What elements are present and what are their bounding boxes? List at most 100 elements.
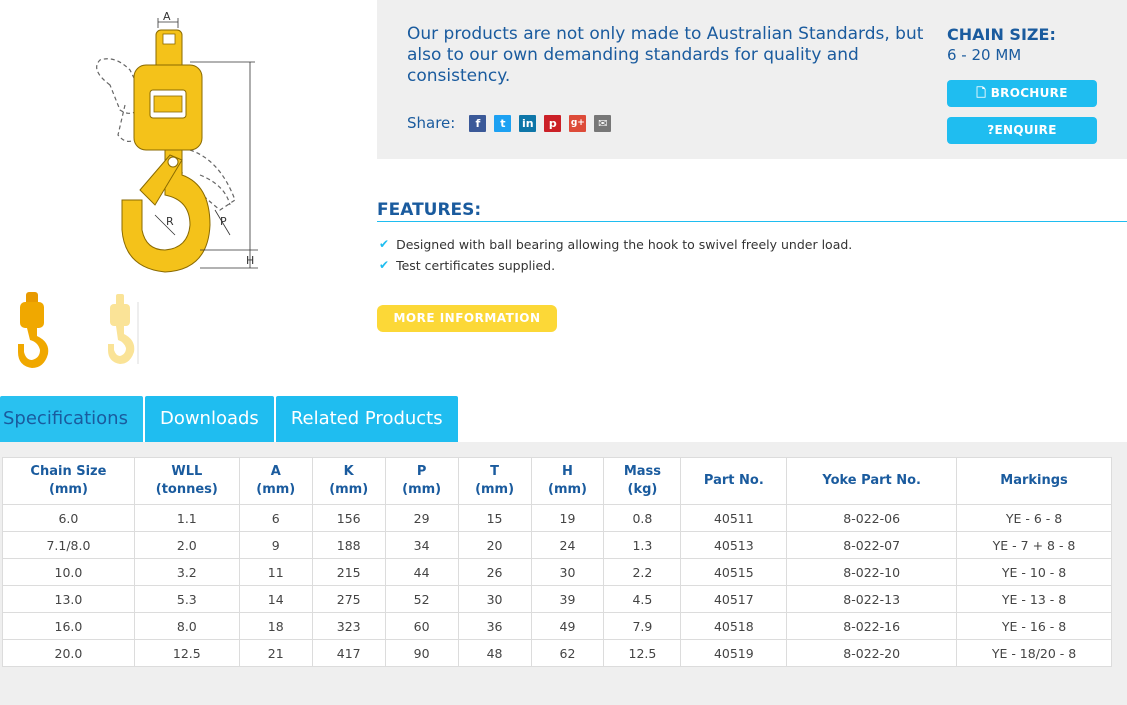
table-header-cell: H (mm) [530,457,605,505]
table-cell: 29 [384,504,459,532]
table-cell: 8-022-06 [786,504,958,532]
table-cell: 11 [238,558,313,586]
table-header-label: P [416,464,427,479]
table-cell: 5.3 [133,585,240,613]
enquire-button-label: ENQUIRE [994,123,1057,137]
table-cell: 8-022-13 [786,585,958,613]
tab-downloads[interactable]: Downloads [144,396,274,442]
table-cell: 2.0 [133,531,240,559]
table-header-cell: Chain Size (mm) [2,457,135,505]
table-header-unit: (mm) [475,482,515,497]
brochure-button[interactable]: 🗋 BROCHURE [947,80,1097,107]
enquire-button[interactable]: ?ENQUIRE [947,117,1097,144]
product-info-panel: Our products are not only made to Austra… [377,0,1127,159]
table-header-cell: Mass (kg) [603,457,682,505]
table-cell: 12.5 [133,639,240,667]
dimension-label-r: R [166,215,174,228]
table-header-label: Mass [623,464,662,479]
table-cell: 34 [384,531,459,559]
table-cell: 90 [384,639,459,667]
tab-specifications[interactable]: Specifications [0,396,143,442]
table-header-label: A [270,464,281,479]
chain-size-value: 6 - 20 MM [947,46,1022,64]
product-thumbnail-diagram[interactable] [90,288,150,370]
twitter-icon[interactable]: t [494,114,512,132]
table-cell: YE - 16 - 8 [956,612,1112,640]
table-cell: 13.0 [2,585,135,613]
table-cell: 8-022-10 [786,558,958,586]
product-tabs: Specifications Downloads Related Product… [0,396,460,442]
product-intro-text: Our products are not only made to Austra… [407,24,924,86]
feature-text: Designed with ball bearing allowing the … [396,237,853,252]
table-header-unit: (mm) [48,482,88,497]
table-cell: 16.0 [2,612,135,640]
facebook-icon[interactable]: f [469,114,487,132]
table-cell: 10.0 [2,558,135,586]
dimension-label-a: A [163,10,171,23]
table-cell: YE - 10 - 8 [956,558,1112,586]
table-cell: 40515 [680,558,788,586]
table-header-label: Markings [1000,473,1068,488]
table-cell: 26 [457,558,532,586]
pinterest-icon[interactable]: p [544,114,562,132]
table-header-unit: (mm) [256,482,296,497]
table-cell: 8-022-20 [786,639,958,667]
chain-size-box: CHAIN SIZE: 6 - 20 MM [947,25,1117,64]
table-cell: 3.2 [133,558,240,586]
table-cell: 1.3 [603,531,682,559]
specifications-panel: Chain Size (mm) WLL (tonnes) A (mm) K (mm) P (mm)… [0,442,1127,705]
table-cell: 323 [311,612,386,640]
table-cell: 7.1/8.0 [2,531,135,559]
share-bar: Share: f t in p g+ ✉ [407,114,612,132]
table-cell: 12.5 [603,639,682,667]
table-cell: 275 [311,585,386,613]
table-cell: 417 [311,639,386,667]
tab-related-products[interactable]: Related Products [275,396,458,442]
table-header-cell: Markings [956,457,1112,505]
product-main-image[interactable]: A R P H [70,10,280,278]
chain-size-title: CHAIN SIZE: [947,25,1056,44]
table-header-cell: T (mm) [457,457,532,505]
table-cell: YE - 6 - 8 [956,504,1112,532]
table-header-cell: Part No. [680,457,788,505]
table-cell: 0.8 [603,504,682,532]
check-icon: ✔ [379,258,390,272]
google-plus-icon[interactable]: g+ [569,114,587,132]
product-thumbnail-photo[interactable] [2,288,62,370]
table-row: 6.0 1.1 6 156 29 15 19 0.8 40511 8-022-06 YE - 6 -… [2,504,1112,532]
table-cell: 6 [238,504,313,532]
pdf-file-icon: 🗋 [976,86,991,100]
table-header-cell: WLL (tonnes) [133,457,240,505]
table-cell: 2.2 [603,558,682,586]
table-cell: 62 [530,639,605,667]
table-cell: 15 [457,504,532,532]
table-header-label: H [562,464,573,479]
email-icon[interactable]: ✉ [594,114,612,132]
table-header-row: Chain Size (mm) WLL (tonnes) A (mm) K (mm) P (mm)… [2,457,1112,505]
table-cell: 20 [457,531,532,559]
table-cell: 20.0 [2,639,135,667]
table-header-label: Part No. [703,473,764,488]
table-cell: 39 [530,585,605,613]
feature-item: ✔ Designed with ball bearing allowing th… [379,234,852,255]
table-header-cell: K (mm) [311,457,386,505]
table-header-unit: (mm) [548,482,587,497]
more-information-button[interactable]: MORE INFORMATION [377,305,557,332]
features-list: ✔ Designed with ball bearing allowing th… [379,234,852,276]
table-cell: YE - 13 - 8 [956,585,1112,613]
linkedin-icon[interactable]: in [519,114,537,132]
dimension-label-h: H [246,254,254,267]
table-cell: YE - 7 + 8 - 8 [956,531,1112,559]
table-header-label: WLL [171,464,203,479]
table-header-label: T [490,464,499,479]
feature-text: Test certificates supplied. [396,258,556,273]
table-cell: 40511 [680,504,788,532]
table-cell: 7.9 [603,612,682,640]
table-header-label: Yoke Part No. [822,473,921,488]
table-row: 13.0 5.3 14 275 52 30 39 4.5 40517 8-022-13 YE - 1… [2,585,1112,613]
specifications-table: Chain Size (mm) WLL (tonnes) A (mm) K (mm) P (mm)… [2,457,1112,667]
table-cell: 21 [238,639,313,667]
brochure-button-label: BROCHURE [990,86,1068,100]
question-circle-icon: ? [987,123,995,137]
check-icon: ✔ [379,237,390,251]
